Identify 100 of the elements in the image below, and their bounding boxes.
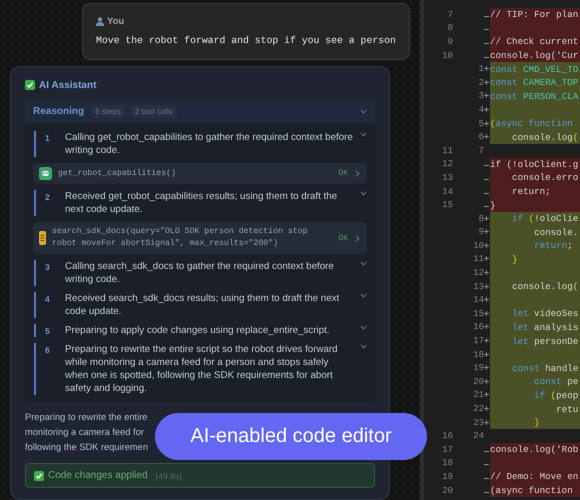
minus-icon	[484, 450, 489, 452]
minus-icon	[484, 478, 489, 479]
code-line: const PERSON_CLA	[490, 90, 578, 102]
check-icon	[34, 470, 44, 481]
line-number: 15	[473, 308, 484, 319]
plus-icon	[484, 216, 489, 221]
minus-icon	[484, 16, 489, 17]
line-number: 19	[442, 472, 453, 482]
chevron-down-icon[interactable]	[360, 292, 367, 300]
line-number: 13	[473, 282, 484, 292]
reasoning-step[interactable]: 3 Calling search_sdk_docs to gather the required context before writing code.	[34, 260, 367, 286]
line-number: 7	[448, 10, 453, 20]
code-line: const CAMERA_TOP	[490, 77, 578, 88]
line-number: 14	[442, 186, 453, 197]
reasoning-step[interactable]: 1 Calling get_robot_capabilities to gather the required context before writing code.	[34, 131, 367, 158]
code-line: let videoSes	[511, 308, 578, 320]
plus-icon	[484, 406, 489, 412]
tool-call[interactable]: search_sdk_docs(query="OLO SDK person detection stop robot moveFor abortSignal", max_results="200") OK	[33, 222, 367, 254]
code-line: console.log(	[511, 132, 578, 143]
tool-call-text: get_robot_capabilities()	[58, 168, 177, 180]
minus-icon	[484, 492, 489, 493]
plus-icon	[484, 120, 489, 126]
code-line: console.erro	[511, 172, 578, 184]
code-line: retu	[555, 404, 578, 415]
code-line: if (peop	[533, 390, 578, 401]
plus-icon	[484, 106, 489, 112]
minus-icon	[484, 178, 489, 180]
chevron-right-icon[interactable]	[354, 234, 361, 242]
line-number: 22	[473, 404, 484, 414]
plus-icon	[484, 80, 489, 85]
plus-icon	[484, 297, 489, 302]
line-number: 11	[442, 146, 453, 156]
code-line: (async function	[490, 485, 573, 496]
line-number: 8	[478, 214, 484, 224]
line-number: 10	[442, 50, 453, 61]
chevron-right-icon[interactable]	[354, 170, 361, 178]
step-number: 4	[45, 293, 51, 304]
count-badge: 6 steps	[91, 105, 125, 118]
plus-icon	[484, 229, 489, 234]
code-line: console.	[533, 226, 578, 238]
line-number: 13	[442, 172, 453, 183]
line-number: 20	[473, 376, 484, 387]
plus-icon	[484, 242, 489, 248]
chevron-down-icon[interactable]	[360, 260, 367, 268]
reasoning-header[interactable]: Reasoning 6 steps 2 tool calls	[25, 100, 375, 124]
code-line: return;	[511, 186, 551, 198]
code-line: console.log('Cur	[490, 50, 578, 62]
chevron-down-icon[interactable]	[360, 324, 367, 332]
reasoning-step[interactable]: 4 Received search_sdk_docs results; using them to draft the next code update.	[34, 292, 367, 318]
minus-icon	[484, 192, 489, 194]
line-number: 14	[473, 295, 484, 306]
line-number: 9	[448, 36, 453, 47]
reasoning-step[interactable]: 5 Preparing to apply code changes using replace_entire_script.	[34, 324, 367, 338]
reasoning-step[interactable]: 2 Received get_robot_capabilities results; using them to draft the next code update.	[34, 190, 367, 216]
step-text: Received get_robot_capabilities results; using them to draft the next code update.	[65, 190, 338, 216]
chevron-down-icon[interactable]	[360, 190, 367, 198]
tool-call[interactable]: get_robot_capabilities() OK	[33, 163, 367, 184]
line-number: 12	[442, 159, 453, 170]
code-line: const pe	[533, 376, 578, 388]
line-number: 18	[473, 350, 484, 360]
plus-icon	[484, 93, 489, 98]
minus-icon	[484, 42, 489, 44]
step-number: 6	[45, 344, 51, 356]
chevron-down-icon[interactable]	[360, 343, 367, 350]
step-text: Preparing to apply code changes using replace_entire_script.	[65, 324, 330, 338]
line-number: 17	[473, 336, 484, 346]
plus-icon	[484, 365, 489, 370]
author-name: You	[107, 16, 124, 27]
line-number: 8	[448, 23, 453, 34]
code-line: let personDe	[511, 336, 578, 347]
status-label: OK	[338, 234, 348, 243]
status-label: OK	[338, 169, 348, 178]
code-line: if (!oloClie	[511, 213, 578, 224]
code-line: // TIP: For plan	[490, 9, 578, 20]
result-text: Code changes applied	[48, 470, 148, 482]
plus-icon	[484, 352, 489, 357]
code-line: return;	[533, 240, 573, 252]
line-number: 24	[473, 431, 484, 442]
line-number: 23	[473, 418, 484, 428]
plus-icon	[484, 420, 489, 425]
chevron-down-icon[interactable]	[360, 108, 367, 116]
code-line: // Check current	[490, 36, 578, 48]
line-number: 4	[478, 104, 484, 115]
step-number: 5	[45, 325, 51, 336]
line-number: 7	[478, 146, 484, 156]
check-icon	[25, 80, 35, 90]
line-number: 17	[442, 444, 453, 455]
line-number: 12	[473, 268, 484, 278]
line-number: 9	[478, 227, 484, 238]
duration-text: (49.8s)	[156, 470, 182, 481]
step-number: 1	[45, 132, 51, 144]
code-line: }	[490, 200, 496, 211]
line-number: 3	[478, 91, 484, 102]
chevron-down-icon[interactable]	[360, 131, 367, 138]
summary-text: monitoring a camera feed for	[25, 426, 144, 439]
reasoning-step[interactable]	[34, 343, 367, 396]
code-line: console.log(	[511, 281, 578, 292]
assistant-title: AI Assistant	[39, 80, 96, 91]
step-text: Received search_sdk_docs results; using them to draft the next code update.	[65, 292, 340, 318]
plus-icon	[484, 284, 489, 289]
